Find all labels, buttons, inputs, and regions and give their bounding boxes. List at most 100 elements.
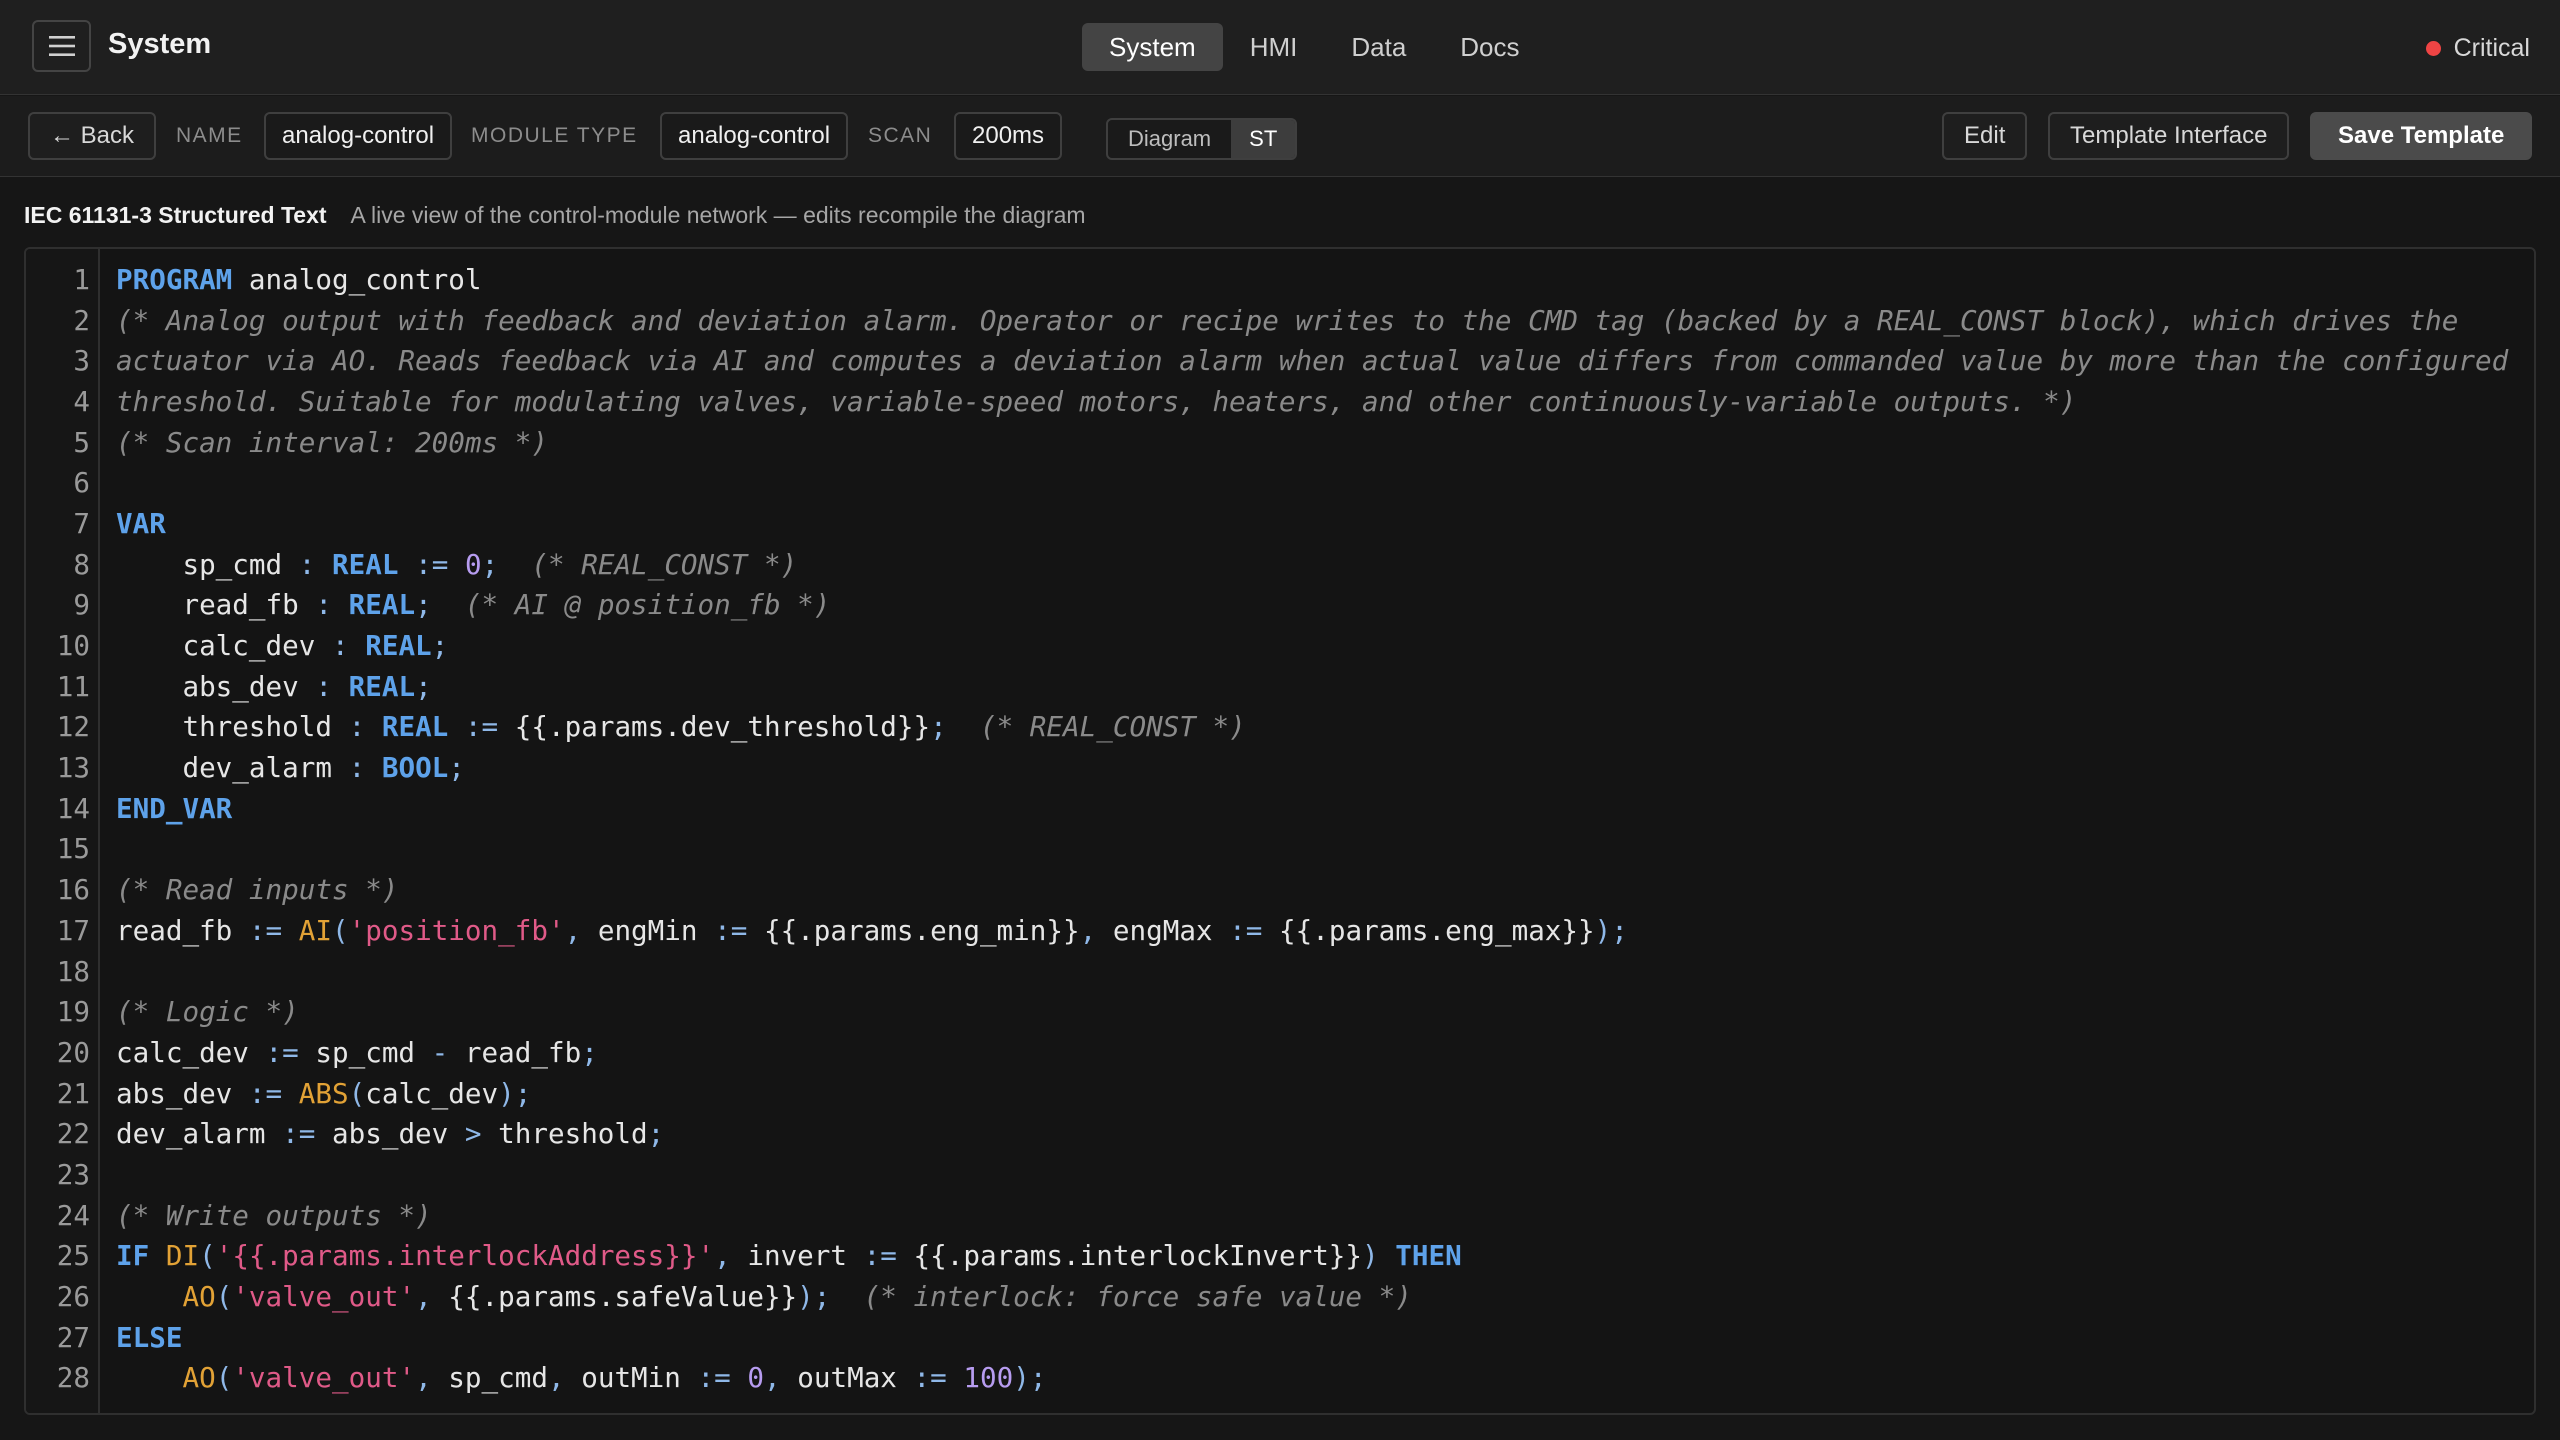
code-text: VAR: [116, 506, 166, 540]
edit-button[interactable]: Edit: [1942, 112, 2028, 160]
code-text: AO('valve_out', {{.params.safeValue}}); …: [182, 1280, 1412, 1314]
line-number: 13: [56, 751, 90, 785]
save-template-button[interactable]: Save Template: [2310, 112, 2533, 160]
code-line[interactable]: 7 VAR: [26, 503, 2534, 544]
back-button[interactable]: ← Back: [28, 112, 157, 160]
code-text: sp_cmd : REAL := 0; (* REAL_CONST *): [116, 547, 798, 581]
code-line[interactable]: 5 (* Scan interval: 200ms *): [26, 422, 2534, 463]
code-line[interactable]: 2 (* Analog output with feedback and devi…: [26, 300, 2534, 341]
line-number: 12: [56, 710, 90, 744]
code-line[interactable]: 17 read_fb := AI('position_fb', engMin :=…: [26, 910, 2534, 951]
view-option-diagram[interactable]: Diagram: [1108, 120, 1231, 158]
code-text: calc_dev : REAL;: [116, 629, 449, 663]
line-number: 25: [56, 1239, 90, 1273]
code-line[interactable]: 28 AO('valve_out', sp_cmd, outMin := 0, …: [26, 1358, 2534, 1399]
code-text: read_fb := AI('position_fb', engMin := {…: [116, 913, 1628, 947]
code-text: dev_alarm : BOOL;: [116, 751, 465, 785]
code-line[interactable]: 16 (* Read inputs *): [26, 869, 2534, 910]
line-number: 5: [73, 425, 90, 459]
code-line[interactable]: 11 abs_dev : REAL;: [26, 666, 2534, 707]
module-type-label: MODULE TYPE: [471, 124, 638, 147]
view-option-st[interactable]: ST: [1231, 120, 1296, 158]
name-field[interactable]: analog-control: [264, 112, 453, 160]
code-text: (* Analog output with feedback and devia…: [116, 303, 2459, 337]
view-mode-toggle: Diagram ST: [1106, 118, 1298, 160]
app-title: System: [108, 28, 212, 60]
top-navigation-bar: System System HMI Data Docs Critical: [0, 0, 2560, 95]
code-text: threshold : REAL := {{.params.dev_thresh…: [116, 710, 1246, 744]
code-line[interactable]: 3 actuator via AO. Reads feedback via AI …: [26, 340, 2534, 381]
code-line[interactable]: 15: [26, 829, 2534, 870]
code-text: abs_dev := ABS(calc_dev);: [116, 1076, 532, 1110]
line-number: 23: [56, 1157, 90, 1191]
line-number: 20: [56, 1035, 90, 1069]
line-number: 3: [73, 344, 90, 378]
line-number: 10: [56, 629, 90, 663]
line-number: 8: [73, 547, 90, 581]
tab-system[interactable]: System: [1082, 23, 1223, 71]
line-number: 17: [56, 913, 90, 947]
section-description: A live view of the control-module networ…: [350, 202, 1086, 228]
code-line[interactable]: 9 read_fb : REAL; (* AI @ position_fb *): [26, 585, 2534, 626]
code-line[interactable]: 23: [26, 1154, 2534, 1195]
code-line[interactable]: 21 abs_dev := ABS(calc_dev);: [26, 1073, 2534, 1114]
code-line[interactable]: 14 END_VAR: [26, 788, 2534, 829]
code-text: ELSE: [116, 1320, 183, 1354]
code-line[interactable]: 10 calc_dev : REAL;: [26, 625, 2534, 666]
line-number: 1: [73, 262, 90, 296]
line-number: 15: [56, 832, 90, 866]
code-line[interactable]: 19 (* Logic *): [26, 991, 2534, 1032]
code-line[interactable]: 12 threshold : REAL := {{.params.dev_thr…: [26, 707, 2534, 748]
code-line[interactable]: 22 dev_alarm := abs_dev > threshold;: [26, 1113, 2534, 1154]
code-text: (* Read inputs *): [116, 873, 399, 907]
code-line[interactable]: 13 dev_alarm : BOOL;: [26, 747, 2534, 788]
code-line[interactable]: 24 (* Write outputs *): [26, 1195, 2534, 1236]
tab-docs[interactable]: Docs: [1433, 23, 1546, 71]
code-text: threshold. Suitable for modulating valve…: [116, 384, 2077, 418]
code-text: (* Scan interval: 200ms *): [116, 425, 548, 459]
code-line[interactable]: 8 sp_cmd : REAL := 0; (* REAL_CONST *): [26, 544, 2534, 585]
hamburger-menu-button[interactable]: [32, 20, 91, 72]
code-lines: 1 PROGRAM analog_control 2 (* Analog output…: [26, 259, 2534, 1398]
code-text: IF DI('{{.params.interlockAddress}}', in…: [116, 1239, 1462, 1273]
line-number: 24: [56, 1198, 90, 1232]
code-text: dev_alarm := abs_dev > threshold;: [116, 1117, 665, 1151]
module-type-field[interactable]: analog-control: [660, 112, 849, 160]
code-line[interactable]: 18: [26, 951, 2534, 992]
code-line[interactable]: 4 threshold. Suitable for modulating valv…: [26, 381, 2534, 422]
template-interface-button[interactable]: Template Interface: [2048, 112, 2290, 160]
structured-text-editor[interactable]: 1 PROGRAM analog_control 2 (* Analog output…: [24, 247, 2536, 1415]
code-text: (* Write outputs *): [116, 1198, 432, 1232]
line-number: 6: [73, 466, 90, 500]
line-number: 16: [56, 873, 90, 907]
line-number: 14: [56, 791, 90, 825]
code-text: PROGRAM analog_control: [116, 262, 482, 296]
code-line[interactable]: 20 calc_dev := sp_cmd - read_fb;: [26, 1032, 2534, 1073]
code-text: read_fb : REAL; (* AI @ position_fb *): [116, 588, 831, 622]
line-number: 11: [56, 669, 90, 703]
tab-data[interactable]: Data: [1324, 23, 1433, 71]
code-line[interactable]: 1 PROGRAM analog_control: [26, 259, 2534, 300]
status-dot-icon: [2425, 41, 2441, 56]
status-label: Critical: [2453, 34, 2530, 62]
code-text: (* Logic *): [116, 995, 299, 1029]
name-label: NAME: [176, 124, 243, 147]
line-number: 19: [56, 995, 90, 1029]
code-line[interactable]: 27 ELSE: [26, 1317, 2534, 1358]
section-header: IEC 61131-3 Structured Text A live view …: [24, 202, 1086, 229]
tab-hmi[interactable]: HMI: [1223, 23, 1325, 71]
line-number: 28: [56, 1361, 90, 1395]
system-status-indicator[interactable]: Critical: [2425, 34, 2530, 63]
scan-interval-field[interactable]: 200ms: [954, 112, 1063, 160]
code-text: END_VAR: [116, 791, 233, 825]
line-number: 18: [56, 954, 90, 988]
code-line[interactable]: 26 AO('valve_out', {{.params.safeValue}}…: [26, 1276, 2534, 1317]
line-number: 26: [56, 1280, 90, 1314]
code-line[interactable]: 25 IF DI('{{.params.interlockAddress}}', …: [26, 1236, 2534, 1277]
line-number: 27: [56, 1320, 90, 1354]
hamburger-icon: [48, 36, 75, 56]
line-number: 9: [73, 588, 90, 622]
code-text: abs_dev : REAL;: [116, 669, 432, 703]
code-text: calc_dev := sp_cmd - read_fb;: [116, 1035, 598, 1069]
code-line[interactable]: 6: [26, 462, 2534, 503]
